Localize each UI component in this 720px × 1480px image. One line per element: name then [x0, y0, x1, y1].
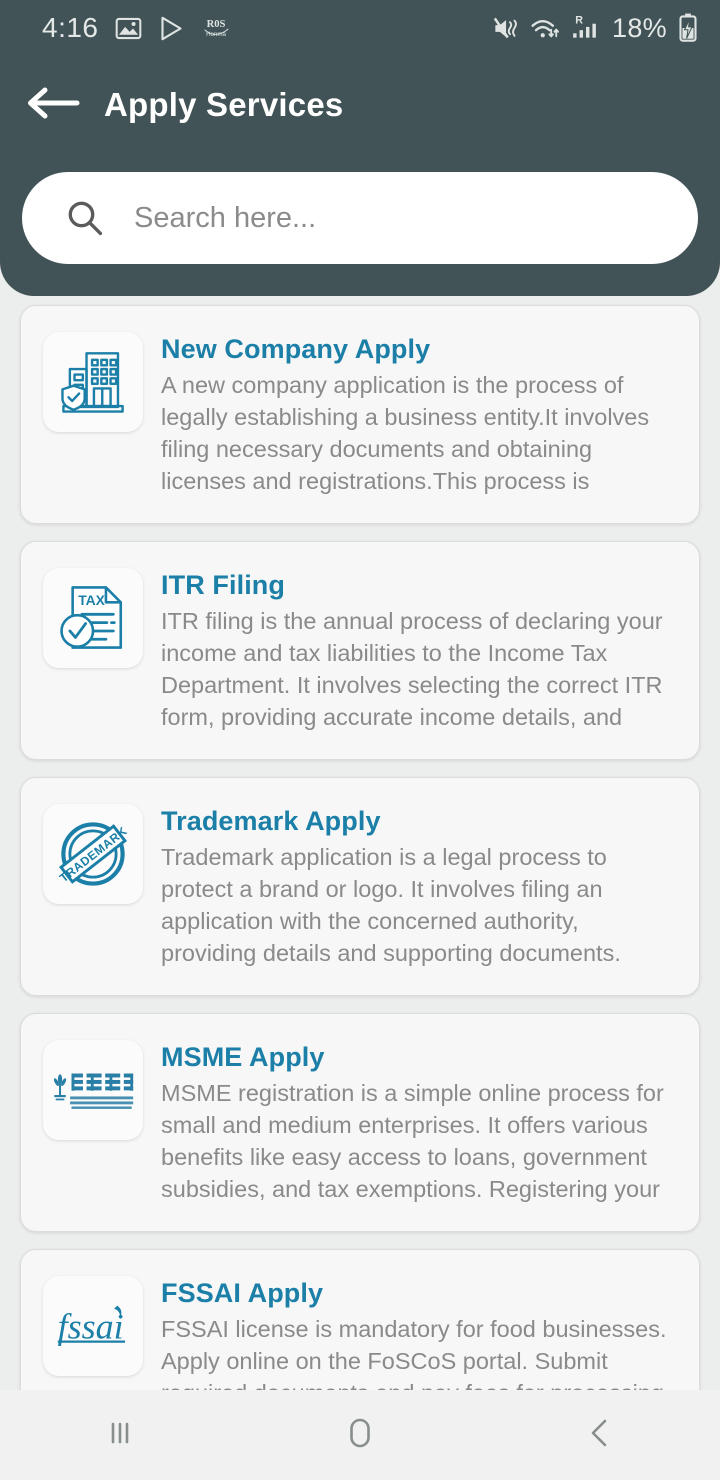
trademark-stamp-icon: TRADEMARK [43, 804, 143, 904]
fssai-logo-icon: fssai [43, 1276, 143, 1376]
service-card-body: FSSAI Apply FSSAI license is mandatory f… [161, 1276, 677, 1390]
ros-honma-app-icon: R0S Honma [201, 15, 231, 41]
service-card-body: Trademark Apply Trademark application is… [161, 804, 677, 969]
back-nav-button[interactable] [480, 1390, 720, 1480]
service-card-trademark[interactable]: TRADEMARK Trademark Apply Trademark appl… [20, 777, 700, 996]
app-header: 4:16 R0S Honma R 18% Apply Services Sear… [0, 0, 720, 296]
status-bar: 4:16 R0S Honma R 18% [0, 0, 720, 56]
search-input[interactable] [134, 201, 654, 235]
service-card-body: MSME Apply MSME registration is a simple… [161, 1040, 677, 1205]
home-circle-icon [338, 1411, 382, 1460]
gallery-image-icon [115, 15, 142, 42]
play-store-icon [158, 15, 185, 42]
search-icon [64, 197, 106, 239]
service-card-body: ITR Filing ITR filing is the annual proc… [161, 568, 677, 733]
battery-charging-icon [678, 13, 698, 43]
search-bar[interactable] [22, 172, 698, 264]
recents-bars-icon [100, 1413, 140, 1458]
app-bar: Apply Services [0, 62, 720, 148]
service-title: Trademark Apply [161, 806, 381, 836]
status-bar-clock: 4:16 [42, 12, 99, 43]
system-navigation-bar [0, 1390, 720, 1480]
service-card-fssai[interactable]: fssai FSSAI Apply FSSAI license is manda… [20, 1249, 700, 1390]
battery-percent-label: 18% [612, 12, 667, 43]
service-card-msme[interactable]: MSME Apply MSME registration is a simple… [20, 1013, 700, 1232]
services-list[interactable]: New Company Apply A new company applicat… [0, 296, 720, 1390]
roaming-signal-bars-icon: R [571, 14, 601, 42]
back-chevron-icon [580, 1413, 620, 1458]
company-building-shield-icon [43, 332, 143, 432]
back-button[interactable] [24, 76, 82, 134]
wifi-data-transfer-icon [530, 15, 560, 42]
arrow-left-icon [25, 83, 81, 128]
svg-text:TAX: TAX [78, 592, 105, 608]
mute-vibrate-icon [492, 15, 519, 42]
service-description: A new company application is the process… [161, 372, 650, 494]
tax-document-check-icon: TAX [43, 568, 143, 668]
home-button[interactable] [240, 1390, 480, 1480]
page-title: Apply Services [104, 86, 344, 123]
service-title: MSME Apply [161, 1042, 325, 1072]
service-card-itr-filing[interactable]: TAX ITR Filing ITR filing is the annual … [20, 541, 700, 760]
service-card-new-company[interactable]: New Company Apply A new company applicat… [20, 305, 700, 524]
recents-button[interactable] [0, 1390, 240, 1480]
service-description: ITR filing is the annual process of decl… [161, 608, 663, 730]
service-title: FSSAI Apply [161, 1278, 324, 1308]
status-bar-left: 4:16 R0S Honma [42, 12, 231, 44]
service-card-body: New Company Apply A new company applicat… [161, 332, 677, 497]
service-description: Trademark application is a legal process… [161, 844, 621, 966]
service-description: FSSAI license is mandatory for food busi… [161, 1316, 670, 1390]
msme-logo-icon [43, 1040, 143, 1140]
svg-text:R: R [575, 15, 583, 27]
service-title: New Company Apply [161, 334, 431, 364]
status-bar-right: R 18% [492, 13, 698, 44]
service-title: ITR Filing [161, 570, 285, 600]
svg-text:R0S: R0S [206, 19, 225, 30]
service-description: MSME registration is a simple online pro… [161, 1080, 664, 1202]
